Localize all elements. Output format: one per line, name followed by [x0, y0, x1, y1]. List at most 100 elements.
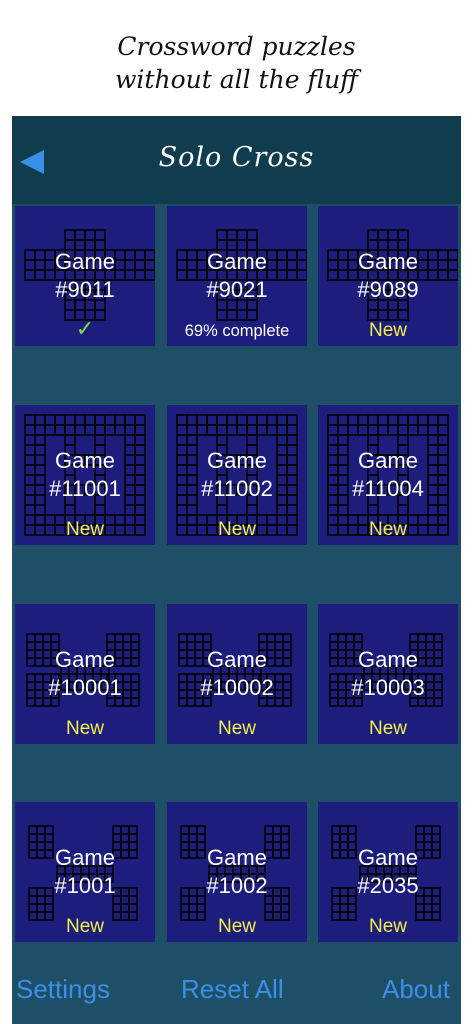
grid-cell	[196, 903, 206, 913]
grid-cell	[64, 504, 76, 516]
grid-cell	[130, 633, 140, 643]
grid-cell	[64, 229, 76, 241]
game-tile[interactable]: Game #11001 New	[15, 405, 155, 545]
game-label: Game	[55, 647, 115, 672]
game-tile[interactable]: Game #9021 69% complete	[167, 206, 307, 346]
game-label: Game	[55, 845, 115, 870]
grid-cell	[266, 414, 278, 426]
grid-cell	[331, 903, 341, 913]
game-number: #2035	[357, 873, 419, 898]
grid-cell	[427, 504, 439, 516]
game-number: #11004	[352, 476, 424, 501]
grid-cell	[246, 504, 258, 516]
grid-cell	[387, 414, 399, 426]
grid-cell	[24, 414, 36, 426]
game-tile[interactable]: Game #1002 New	[167, 802, 307, 942]
grid-cell	[264, 903, 274, 913]
game-status: 69% complete	[184, 322, 290, 340]
game-number: #9089	[357, 277, 419, 302]
grid-cell	[34, 414, 46, 426]
grid-cell	[206, 414, 218, 426]
grid-cell	[347, 414, 359, 426]
grid-cell	[437, 434, 449, 446]
game-tile[interactable]: Game #11002 New	[167, 405, 307, 545]
grid-cell	[367, 504, 379, 516]
grid-cell	[216, 229, 228, 241]
grid-cell	[34, 504, 46, 516]
grid-cell	[124, 424, 136, 436]
grid-cell	[216, 309, 228, 321]
grid-cell	[276, 424, 288, 436]
grid-cell	[357, 424, 369, 436]
grid-cell	[34, 434, 46, 446]
game-tile[interactable]: Game #10001 New	[15, 604, 155, 744]
game-label: Game	[55, 249, 115, 274]
header: Solo Cross	[12, 116, 461, 204]
grid-cell	[50, 633, 60, 643]
reset-all-button[interactable]: Reset All	[181, 974, 284, 1005]
grid-cell	[236, 309, 248, 321]
grid-cell	[186, 434, 198, 446]
about-button[interactable]: About	[382, 974, 450, 1005]
grid-cell	[427, 424, 439, 436]
grid-cell	[327, 434, 339, 446]
grid-cell	[280, 833, 290, 843]
grid-cell	[94, 229, 106, 241]
grid-cell	[64, 414, 76, 426]
grid-cell	[36, 825, 46, 835]
grid-cell	[266, 424, 278, 436]
grid-cell	[134, 434, 146, 446]
grid-cell	[28, 903, 38, 913]
grid-cell	[216, 504, 228, 516]
game-tile[interactable]: Game #9011 ✓	[15, 206, 155, 346]
grid-cell	[339, 903, 349, 913]
game-name: Game #11001	[15, 447, 155, 503]
grid-cell	[377, 309, 389, 321]
grid-cell	[176, 504, 188, 516]
grid-cell	[134, 424, 146, 436]
game-tile[interactable]: Game #11004 New	[318, 405, 458, 545]
game-label: Game	[358, 448, 418, 473]
game-status: New	[217, 916, 256, 937]
grid-cell	[367, 309, 379, 321]
grid-cell	[387, 424, 399, 436]
grid-cell	[74, 424, 86, 436]
game-tile[interactable]: Game #10002 New	[167, 604, 307, 744]
grid-cell	[246, 424, 258, 436]
grid-cell	[28, 833, 38, 843]
game-status: New	[368, 320, 407, 341]
grid-cell	[423, 903, 433, 913]
grid-cell	[347, 424, 359, 436]
grid-cell	[417, 414, 429, 426]
settings-button[interactable]: Settings	[16, 974, 110, 1005]
grid-cell	[337, 504, 349, 516]
game-tile[interactable]: Game #1001 New	[15, 802, 155, 942]
grid-cell	[120, 833, 130, 843]
grid-cell	[415, 825, 425, 835]
game-tile[interactable]: Game #9089 New	[318, 206, 458, 346]
grid-cell	[112, 903, 122, 913]
grid-cell	[112, 833, 122, 843]
game-tile[interactable]: Game #10003 New	[318, 604, 458, 744]
grid-cell	[94, 424, 106, 436]
grid-cell	[367, 434, 379, 446]
grid-cell	[128, 825, 138, 835]
grid-cell	[94, 434, 106, 446]
grid-cell	[246, 309, 258, 321]
grid-cell	[36, 833, 46, 843]
grid-cell	[226, 424, 238, 436]
grid-cell	[329, 633, 339, 643]
grid-cell	[427, 414, 439, 426]
game-tile[interactable]: Game #2035 New	[318, 802, 458, 942]
grid-cell	[236, 229, 248, 241]
grid-cell	[272, 903, 282, 913]
grid-cell	[120, 825, 130, 835]
grid-cell	[327, 504, 339, 516]
game-name: Game #1001	[15, 844, 155, 900]
grid-cell	[276, 414, 288, 426]
game-number: #1002	[206, 873, 268, 898]
grid-cell	[264, 833, 274, 843]
grid-cell	[246, 229, 258, 241]
grid-cell	[180, 833, 190, 843]
grid-cell	[186, 633, 196, 643]
